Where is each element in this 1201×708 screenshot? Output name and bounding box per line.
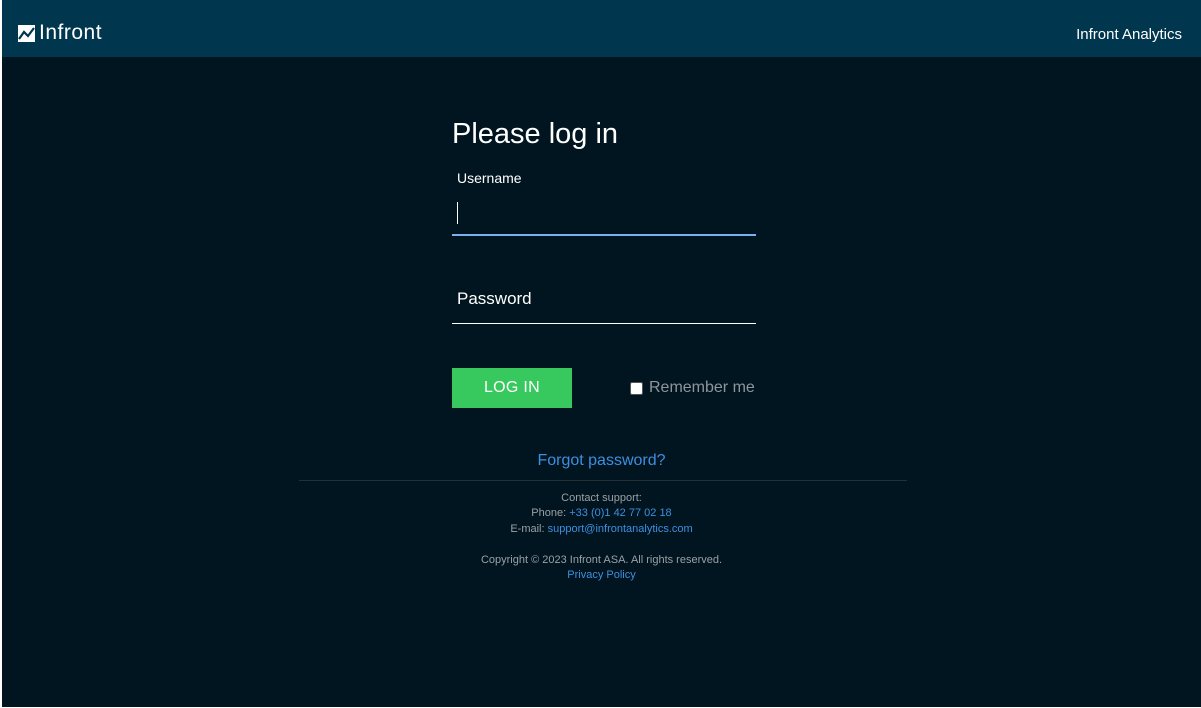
- username-input[interactable]: [452, 196, 756, 236]
- phone-label: Phone:: [531, 507, 567, 519]
- remember-me-checkbox[interactable]: [630, 381, 643, 395]
- email-link[interactable]: support@infrontanalytics.com: [548, 523, 693, 535]
- phone-link[interactable]: +33 (0)1 42 77 02 18: [569, 507, 671, 519]
- username-label: Username: [457, 170, 522, 186]
- remember-me[interactable]: Remember me: [630, 379, 755, 397]
- copyright: Copyright © 2023 Infront ASA. All rights…: [480, 554, 723, 566]
- login-button[interactable]: LOG IN: [452, 368, 572, 408]
- app-window: Infront Infront Analytics Please log in …: [2, 0, 1201, 707]
- chart-trend-icon: [18, 24, 35, 42]
- top-header: Infront Infront Analytics: [2, 0, 1201, 57]
- footer-divider: [299, 480, 907, 481]
- contact-support-heading: Contact support:: [561, 492, 642, 504]
- page-title: Please log in: [452, 118, 619, 150]
- password-label: Password: [457, 289, 532, 308]
- email-label: E-mail:: [510, 523, 545, 535]
- privacy-row: Privacy Policy: [2, 569, 1201, 581]
- support-phone: Phone: +33 (0)1 42 77 02 18: [2, 507, 1201, 519]
- logo-text: Infront: [39, 21, 103, 44]
- privacy-policy-link[interactable]: Privacy Policy: [567, 569, 635, 581]
- infront-logo[interactable]: Infront: [18, 22, 102, 44]
- support-email: E-mail: support@infrontanalytics.com: [2, 523, 1201, 535]
- remember-me-label[interactable]: Remember me: [649, 379, 755, 397]
- forgot-password-link[interactable]: Forgot password?: [2, 452, 1201, 470]
- app-name: Infront Analytics: [1076, 26, 1182, 43]
- text-caret: [457, 202, 458, 224]
